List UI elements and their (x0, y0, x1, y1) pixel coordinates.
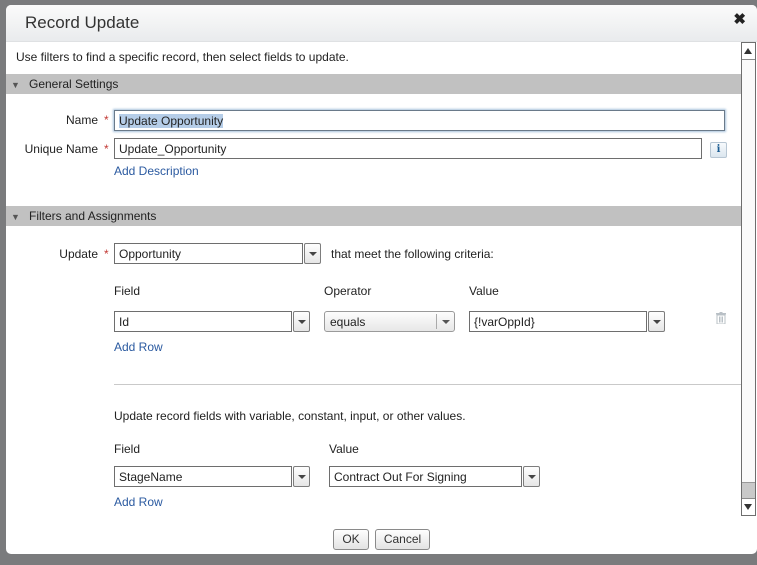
filter-add-row-link[interactable]: Add Row (114, 340, 163, 354)
filter-operator-header: Operator (324, 284, 372, 298)
chevron-down-icon (436, 314, 454, 329)
filter-field-input[interactable]: Id (114, 311, 292, 332)
assignment-value-header: Value (329, 442, 359, 456)
operator-value: equals (330, 315, 366, 329)
required-icon: * (104, 247, 109, 261)
section-general-settings[interactable]: ▼ General Settings (6, 74, 741, 94)
operator-select[interactable]: equals (324, 311, 455, 332)
dialog-header: Record Update ✖ (6, 5, 757, 42)
info-icon[interactable]: i (710, 142, 727, 158)
assignment-field-dropdown[interactable] (293, 466, 310, 487)
dialog-title: Record Update (25, 13, 140, 32)
update-object-input[interactable]: Opportunity (114, 243, 303, 264)
section-title: Filters and Assignments (29, 209, 157, 223)
add-description-link[interactable]: Add Description (114, 164, 199, 178)
collapse-triangle-icon: ▼ (11, 80, 20, 90)
trash-icon[interactable] (716, 312, 726, 324)
required-icon: * (104, 113, 109, 127)
cancel-button[interactable]: Cancel (375, 529, 430, 550)
assignment-add-row-link[interactable]: Add Row (114, 495, 163, 509)
section-title: General Settings (29, 77, 119, 91)
name-input[interactable]: Update Opportunity (114, 110, 725, 131)
filter-field-header: Field (114, 284, 141, 298)
scroll-down-arrow-icon[interactable] (742, 498, 755, 516)
ok-button[interactable]: OK (333, 529, 369, 550)
required-icon: * (104, 142, 109, 156)
filter-value-header: Value (469, 284, 499, 298)
filter-value-dropdown[interactable] (648, 311, 665, 332)
filter-value-input[interactable]: {!varOppId} (469, 311, 647, 332)
name-label: Name (65, 113, 98, 127)
scroll-thumb[interactable] (742, 482, 755, 499)
dialog-content: Use filters to find a specific record, t… (6, 42, 741, 554)
assignment-value-input[interactable]: Contract Out For Signing (329, 466, 522, 487)
unique-name-label: Unique Name (24, 142, 98, 156)
update-object-dropdown[interactable] (304, 243, 321, 264)
divider (114, 384, 741, 385)
collapse-triangle-icon: ▼ (11, 212, 20, 222)
unique-name-input[interactable]: Update_Opportunity (114, 138, 702, 159)
criteria-text: that meet the following criteria: (331, 247, 494, 261)
intro-text: Use filters to find a specific record, t… (16, 50, 349, 64)
assignments-description: Update record fields with variable, cons… (114, 409, 466, 423)
assignment-value-dropdown[interactable] (523, 466, 540, 487)
update-label: Update (59, 247, 98, 261)
close-icon[interactable]: ✖ (733, 12, 746, 28)
scroll-up-arrow-icon[interactable] (742, 42, 755, 60)
section-filters-assignments[interactable]: ▼ Filters and Assignments (6, 206, 741, 226)
assignment-field-header: Field (114, 442, 141, 456)
record-update-dialog: Record Update ✖ Use filters to find a sp… (6, 5, 757, 554)
vertical-scrollbar[interactable] (741, 42, 756, 516)
filter-field-dropdown[interactable] (293, 311, 310, 332)
assignment-field-input[interactable]: StageName (114, 466, 292, 487)
